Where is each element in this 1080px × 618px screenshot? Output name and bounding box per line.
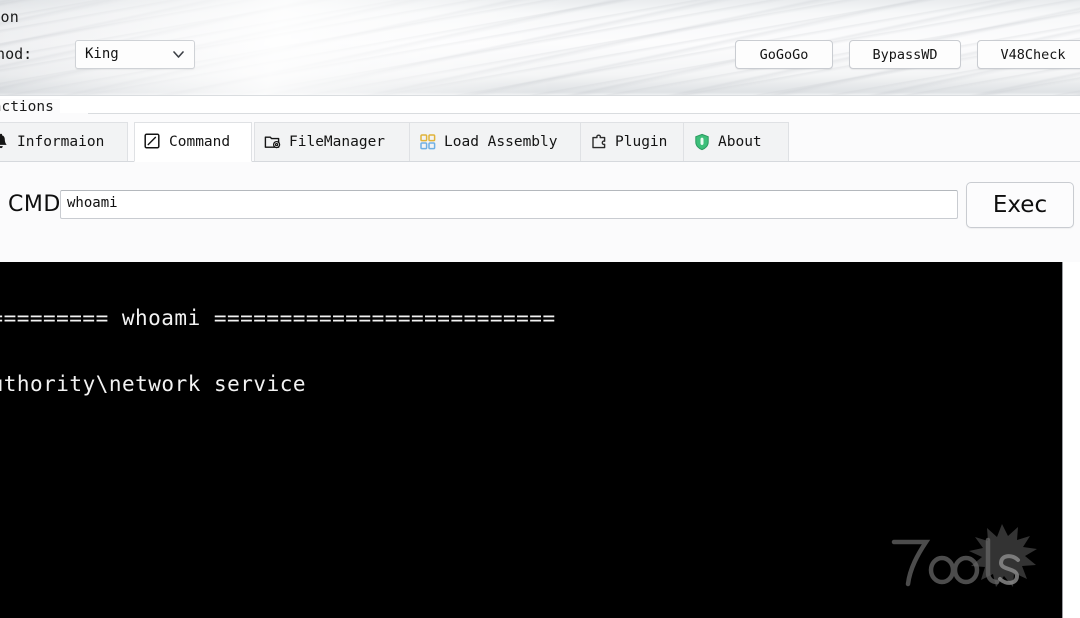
- tab-about-label: About: [718, 133, 762, 150]
- tab-command-label: Command: [169, 133, 231, 150]
- tab-strip: Informaion Command FileManager Load Asse…: [0, 122, 1080, 162]
- functions-group-label: unctions: [0, 99, 60, 115]
- cmd-label: CMD: [8, 192, 61, 217]
- tab-filemanager-label: FileManager: [289, 133, 386, 150]
- tab-plugin[interactable]: Plugin: [580, 122, 684, 162]
- tab-command[interactable]: Command: [134, 122, 252, 162]
- bell-icon: [0, 133, 10, 151]
- puzzle-piece-icon: [590, 133, 608, 151]
- cmd-input-value: whoami: [67, 195, 118, 211]
- chevron-down-icon: [173, 51, 184, 58]
- watermark-7ools: [884, 518, 1044, 598]
- functions-group-rule: [88, 113, 1080, 114]
- console-output[interactable]: ========================== whoami ======…: [0, 262, 1063, 618]
- shield-icon: [693, 133, 711, 151]
- gogogo-button[interactable]: GoGoGo: [735, 40, 833, 69]
- method-label: ethod:: [0, 45, 33, 63]
- v48check-button[interactable]: V48Check: [977, 40, 1080, 69]
- console-line-result: nt authority\network service: [0, 372, 307, 396]
- tab-information-label: Informaion: [17, 133, 105, 150]
- application-window: tion ethod: King GoGoGo BypassWD V48Chec…: [0, 0, 1080, 618]
- method-select-value: King: [85, 46, 119, 62]
- method-select[interactable]: King: [75, 40, 195, 69]
- grid-blocks-icon: [419, 133, 437, 151]
- folder-gear-icon: [264, 133, 282, 151]
- console-right-margin: [1063, 262, 1080, 618]
- exec-button[interactable]: Exec: [966, 182, 1074, 228]
- bypasswd-button[interactable]: BypassWD: [849, 40, 961, 69]
- tab-plugin-label: Plugin: [615, 133, 668, 150]
- tab-loadassembly[interactable]: Load Assembly: [409, 122, 581, 162]
- connection-group-label: tion: [0, 8, 19, 26]
- tab-about[interactable]: About: [683, 122, 789, 162]
- tab-loadassembly-label: Load Assembly: [444, 133, 558, 150]
- tab-filemanager[interactable]: FileManager: [254, 122, 410, 162]
- console-line-header: ========================== whoami ======…: [0, 306, 556, 330]
- checkbox-icon: [144, 133, 162, 151]
- cmd-input[interactable]: whoami: [60, 190, 958, 219]
- tab-information[interactable]: Informaion: [0, 122, 128, 162]
